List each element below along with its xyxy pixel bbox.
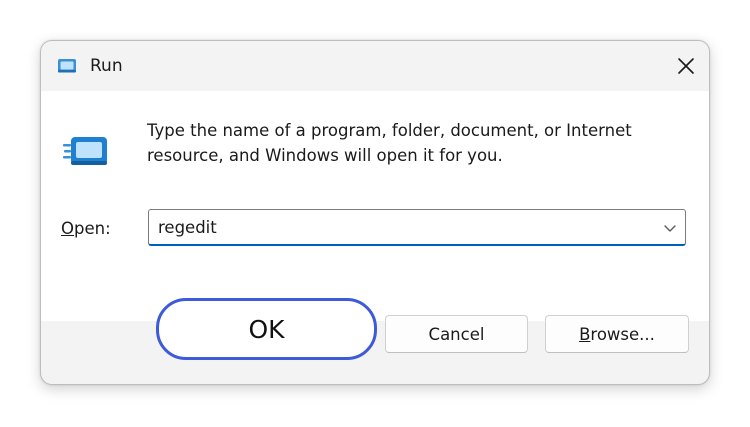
run-app-icon <box>56 57 78 75</box>
browse-mnemonic: B <box>579 324 591 344</box>
message-line-2: resource, and Windows will open it for y… <box>147 146 503 165</box>
dropdown-button[interactable] <box>662 220 678 234</box>
open-combobox[interactable] <box>148 209 686 246</box>
dialog-message: Type the name of a program, folder, docu… <box>147 118 687 168</box>
message-line-1: Type the name of a program, folder, docu… <box>147 121 632 140</box>
ok-button[interactable]: OK <box>156 298 377 360</box>
close-icon <box>678 58 694 74</box>
run-app-icon <box>63 133 111 171</box>
cancel-button[interactable]: Cancel <box>385 315 528 353</box>
window-title: Run <box>90 56 123 76</box>
browse-label: rowse... <box>590 324 655 344</box>
open-label-text: pen: <box>74 219 111 238</box>
open-input[interactable] <box>158 213 638 241</box>
dialog-content: Type the name of a program, folder, docu… <box>41 91 709 321</box>
title-bar[interactable]: Run <box>41 41 709 91</box>
run-dialog: Run Type the name of a program, folder, … <box>40 40 710 385</box>
open-label: Open: <box>61 219 111 239</box>
close-button[interactable] <box>669 49 703 83</box>
chevron-down-icon <box>664 225 676 232</box>
open-label-mnemonic: O <box>61 219 74 238</box>
browse-button[interactable]: Browse... <box>545 315 689 353</box>
